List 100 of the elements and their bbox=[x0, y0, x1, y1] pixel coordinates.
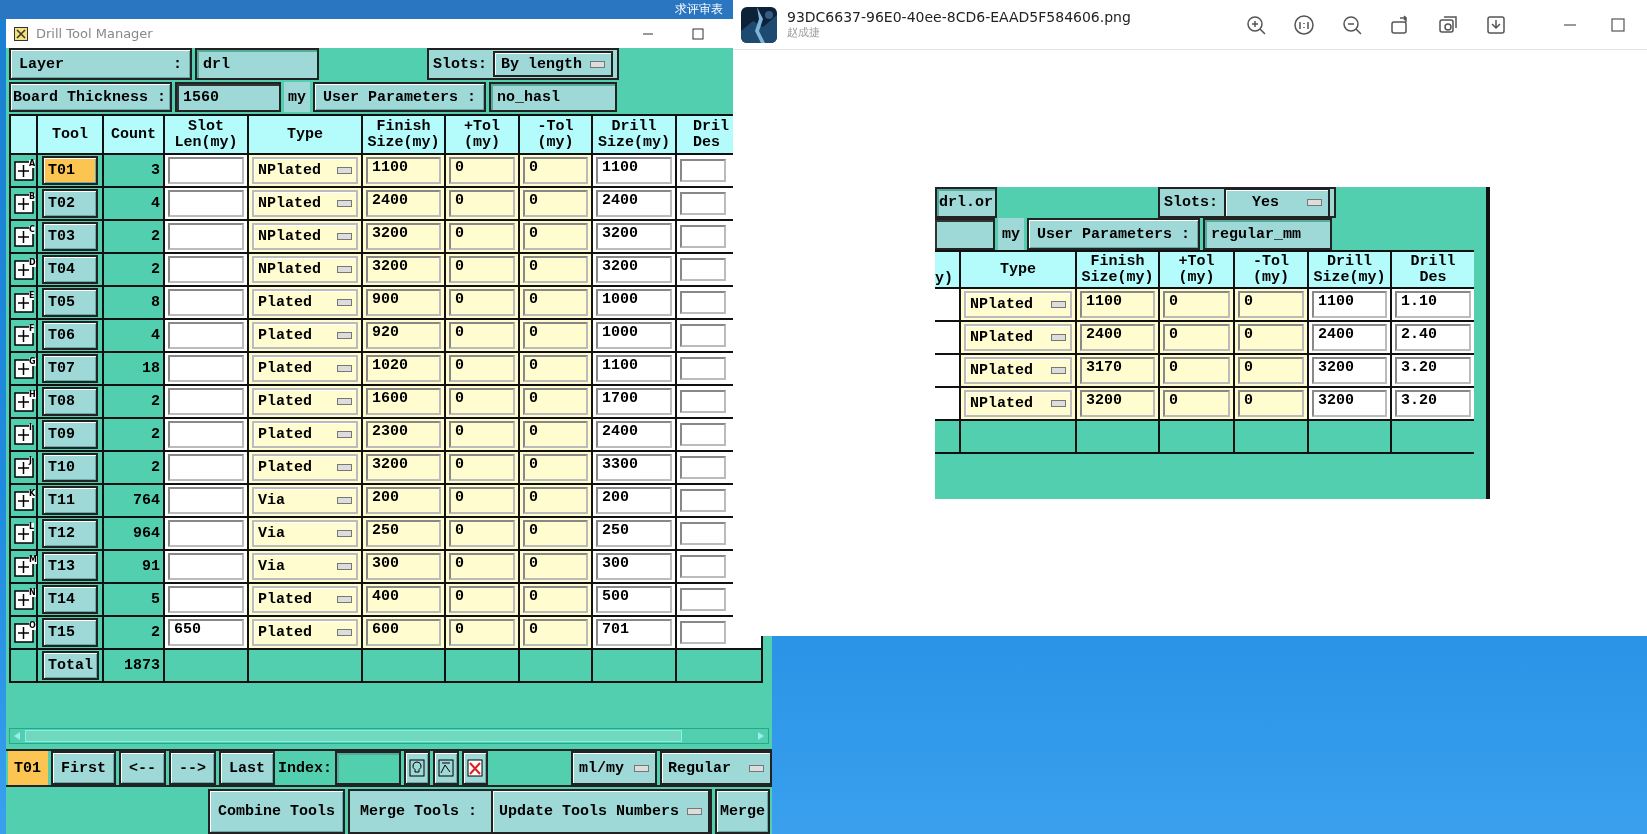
zoom-out-icon[interactable] bbox=[1341, 13, 1363, 36]
drill-size-field[interactable]: 1100 bbox=[596, 157, 672, 184]
delete-button[interactable] bbox=[462, 751, 489, 785]
nav-button[interactable]: First bbox=[51, 751, 116, 785]
layer-label[interactable]: Layer : bbox=[9, 48, 192, 80]
tool-button[interactable]: T10 bbox=[42, 453, 98, 482]
mode-dropdown[interactable]: Regular bbox=[660, 751, 772, 785]
gallery-icon[interactable] bbox=[1437, 13, 1459, 36]
plus-tolerance-field[interactable]: 0 bbox=[449, 322, 515, 349]
type-dropdown[interactable]: Plated bbox=[252, 454, 358, 481]
plus-tolerance-field[interactable]: 0 bbox=[449, 157, 515, 184]
download-icon[interactable] bbox=[1485, 13, 1507, 36]
plus-tolerance-field[interactable]: 0 bbox=[449, 223, 515, 250]
layer-field[interactable]: drl bbox=[195, 48, 319, 80]
type-dropdown[interactable]: Plated bbox=[252, 586, 358, 613]
type-dropdown[interactable]: NPlated bbox=[252, 223, 358, 250]
scrollbar-thumb[interactable] bbox=[25, 730, 682, 742]
plus-box-icon[interactable] bbox=[13, 457, 34, 478]
type-dropdown[interactable]: NPlated bbox=[252, 157, 358, 184]
tool-button[interactable]: T11 bbox=[42, 486, 98, 515]
finish-size-field[interactable]: 1020 bbox=[366, 355, 441, 382]
plus-tolerance-field[interactable]: 0 bbox=[449, 586, 515, 613]
type-dropdown[interactable]: Plated bbox=[252, 322, 358, 349]
user-parameters-button[interactable]: User Parameters : bbox=[313, 82, 487, 112]
drill-size-field[interactable]: 1700 bbox=[596, 388, 672, 415]
tool-button[interactable]: T15 bbox=[42, 618, 98, 647]
type-dropdown[interactable]: Plated bbox=[252, 388, 358, 415]
type-dropdown[interactable]: Plated bbox=[252, 619, 358, 646]
tool-button[interactable]: T14 bbox=[42, 585, 98, 614]
slot-length-field[interactable] bbox=[168, 190, 244, 217]
finish-size-field[interactable]: 920 bbox=[366, 322, 441, 349]
drill-size-field[interactable]: 1100 bbox=[596, 355, 672, 382]
type-dropdown[interactable]: Plated bbox=[252, 355, 358, 382]
minus-tolerance-field[interactable]: 0 bbox=[523, 256, 588, 283]
finish-size-field[interactable]: 2300 bbox=[366, 421, 441, 448]
drill-size-field[interactable]: 250 bbox=[596, 520, 672, 547]
horizontal-scrollbar[interactable] bbox=[9, 728, 769, 744]
drill-des-field[interactable] bbox=[680, 159, 726, 182]
drill-des-field[interactable] bbox=[680, 390, 726, 413]
drill-size-field[interactable]: 500 bbox=[596, 586, 672, 613]
drill-des-field[interactable] bbox=[680, 621, 726, 644]
tool-button[interactable]: T08 bbox=[42, 387, 98, 416]
finish-size-field[interactable]: 1600 bbox=[366, 388, 441, 415]
plus-tolerance-field[interactable]: 0 bbox=[449, 421, 515, 448]
drill-des-field[interactable] bbox=[680, 357, 726, 380]
plus-tolerance-field[interactable]: 0 bbox=[449, 256, 515, 283]
plus-box-icon[interactable] bbox=[13, 424, 34, 445]
slot-length-field[interactable] bbox=[168, 520, 244, 547]
slot-length-field[interactable] bbox=[168, 421, 244, 448]
type-dropdown[interactable]: Via bbox=[252, 487, 358, 514]
finish-size-field[interactable]: 2400 bbox=[366, 190, 441, 217]
finish-size-field[interactable]: 400 bbox=[366, 586, 441, 613]
drill-des-field[interactable] bbox=[680, 192, 726, 215]
slot-length-field[interactable] bbox=[168, 388, 244, 415]
drill-des-field[interactable] bbox=[680, 489, 726, 512]
plus-tolerance-field[interactable]: 0 bbox=[449, 454, 515, 481]
plus-tolerance-field[interactable]: 0 bbox=[449, 487, 515, 514]
drill-size-field[interactable]: 2400 bbox=[596, 421, 672, 448]
plus-tolerance-field[interactable]: 0 bbox=[449, 355, 515, 382]
drill-des-field[interactable] bbox=[680, 423, 726, 446]
plus-box-icon[interactable] bbox=[13, 391, 34, 412]
slot-length-field[interactable] bbox=[168, 256, 244, 283]
finish-size-field[interactable]: 250 bbox=[366, 520, 441, 547]
plus-box-icon[interactable] bbox=[13, 226, 34, 247]
nav-button[interactable]: <-- bbox=[119, 751, 167, 785]
nav-button[interactable]: --> bbox=[169, 751, 217, 785]
plus-box-icon[interactable] bbox=[13, 358, 34, 379]
minus-tolerance-field[interactable]: 0 bbox=[523, 421, 588, 448]
plus-tolerance-field[interactable]: 0 bbox=[449, 520, 515, 547]
maximize-icon[interactable] bbox=[692, 27, 704, 40]
tool-button[interactable]: T13 bbox=[42, 552, 98, 581]
drill-size-field[interactable]: 3200 bbox=[596, 223, 672, 250]
tool-button[interactable]: T05 bbox=[42, 288, 98, 317]
tool-button[interactable]: T09 bbox=[42, 420, 98, 449]
plus-box-icon[interactable] bbox=[13, 589, 34, 610]
minus-tolerance-field[interactable]: 0 bbox=[523, 289, 588, 316]
plus-box-icon[interactable] bbox=[13, 292, 34, 313]
actual-size-icon[interactable] bbox=[1293, 13, 1315, 36]
tool-button[interactable]: T04 bbox=[42, 255, 98, 284]
type-dropdown[interactable]: Plated bbox=[252, 421, 358, 448]
merge-mode-dropdown[interactable]: Update Tools Numbers bbox=[490, 789, 710, 834]
finish-size-field[interactable]: 600 bbox=[366, 619, 441, 646]
plus-box-icon[interactable] bbox=[13, 160, 34, 181]
plus-tolerance-field[interactable]: 0 bbox=[449, 553, 515, 580]
slot-length-field[interactable] bbox=[168, 157, 244, 184]
drill-size-field[interactable]: 3200 bbox=[596, 256, 672, 283]
finish-size-field[interactable]: 1100 bbox=[366, 157, 441, 184]
drill-des-field[interactable] bbox=[680, 225, 726, 248]
drill-des-field[interactable] bbox=[680, 588, 726, 611]
tool-button[interactable]: T07 bbox=[42, 354, 98, 383]
minus-tolerance-field[interactable]: 0 bbox=[523, 586, 588, 613]
plus-box-icon[interactable] bbox=[13, 259, 34, 280]
plus-tolerance-field[interactable]: 0 bbox=[449, 289, 515, 316]
drill-size-field[interactable]: 701 bbox=[596, 619, 672, 646]
minus-tolerance-field[interactable]: 0 bbox=[523, 619, 588, 646]
units-dropdown[interactable]: ml/my bbox=[571, 751, 657, 785]
finish-size-field[interactable]: 300 bbox=[366, 553, 441, 580]
minus-tolerance-field[interactable]: 0 bbox=[523, 223, 588, 250]
minus-tolerance-field[interactable]: 0 bbox=[523, 322, 588, 349]
slot-length-field[interactable] bbox=[168, 355, 244, 382]
